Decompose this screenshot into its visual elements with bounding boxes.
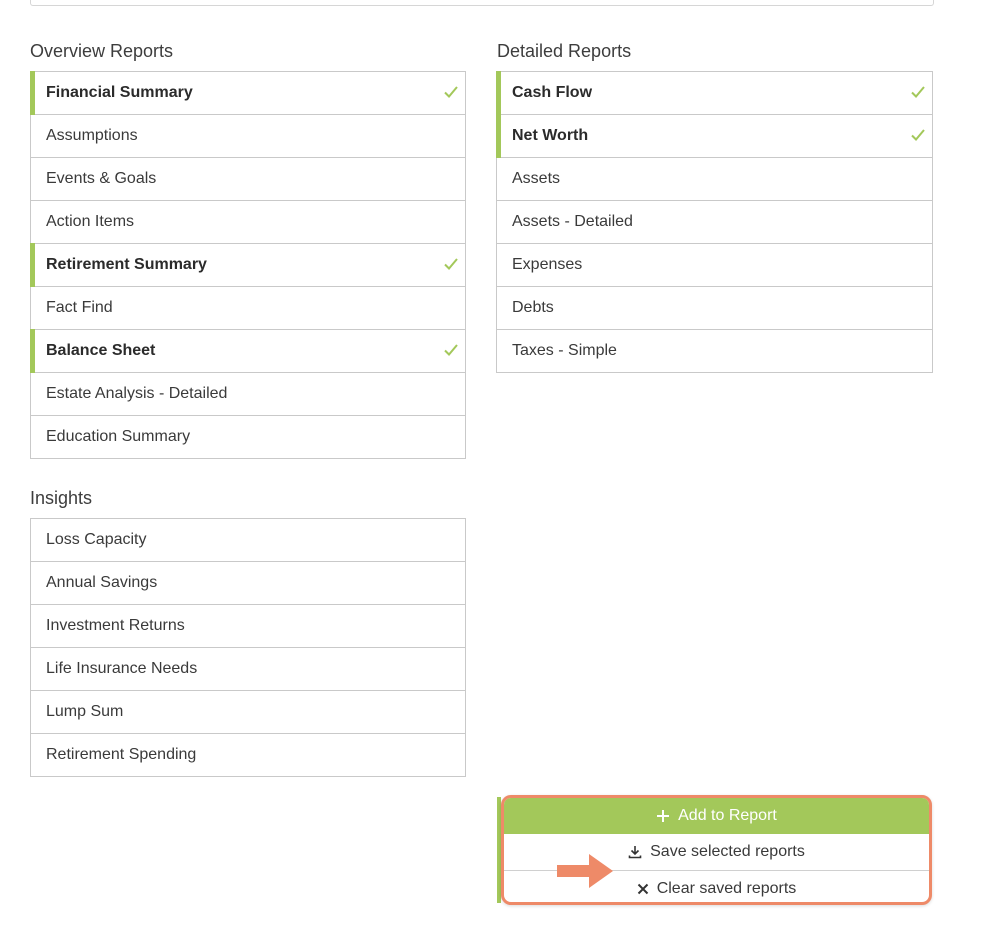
report-item-label: Assets - Detailed xyxy=(512,213,633,230)
report-item-label: Financial Summary xyxy=(46,84,193,101)
report-item-debts[interactable]: Debts xyxy=(497,287,932,330)
add-to-report-button[interactable]: Add to Report xyxy=(504,798,929,834)
checkmark-icon xyxy=(444,86,458,98)
checkmark-icon xyxy=(911,86,925,98)
report-item-action-items[interactable]: Action Items xyxy=(31,201,465,244)
report-item-investment-returns[interactable]: Investment Returns xyxy=(31,605,465,648)
report-item-label: Retirement Spending xyxy=(46,746,197,763)
insights-list: Loss Capacity Annual Savings Investment Re… xyxy=(30,518,466,777)
close-icon xyxy=(637,883,649,895)
report-item-label: Action Items xyxy=(46,213,135,230)
report-item-label: Estate Analysis - Detailed xyxy=(46,385,228,402)
report-item-cash-flow[interactable]: Cash Flow xyxy=(496,71,932,115)
report-item-education-summary[interactable]: Education Summary xyxy=(31,416,465,459)
clear-saved-reports-label: Clear saved reports xyxy=(656,880,797,897)
report-item-label: Life Insurance Needs xyxy=(46,660,198,677)
report-item-label: Fact Find xyxy=(46,299,113,316)
report-item-lump-sum[interactable]: Lump Sum xyxy=(31,691,465,734)
report-item-fact-find[interactable]: Fact Find xyxy=(31,287,465,330)
save-selected-reports-label: Save selected reports xyxy=(650,843,805,860)
report-item-label: Taxes - Simple xyxy=(512,342,617,359)
report-item-label: Events & Goals xyxy=(46,170,157,187)
report-item-label: Assumptions xyxy=(46,127,138,144)
report-item-label: Net Worth xyxy=(512,127,589,144)
add-to-report-label: Add to Report xyxy=(678,807,777,824)
report-item-label: Retirement Summary xyxy=(46,256,207,273)
report-item-label: Expenses xyxy=(512,256,583,273)
report-item-loss-capacity[interactable]: Loss Capacity xyxy=(31,519,465,562)
insights-title: Insights xyxy=(30,488,93,508)
detailed-reports-title: Detailed Reports xyxy=(497,41,632,61)
download-icon xyxy=(628,845,642,859)
checkmark-icon xyxy=(911,129,925,141)
report-item-assets[interactable]: Assets xyxy=(497,158,932,201)
report-item-annual-savings[interactable]: Annual Savings xyxy=(31,562,465,605)
report-item-label: Loss Capacity xyxy=(46,531,147,548)
report-item-financial-summary[interactable]: Financial Summary xyxy=(30,71,465,115)
overview-reports-list: Financial Summary Assumptions Events & Goa… xyxy=(30,71,466,459)
report-item-retirement-summary[interactable]: Retirement Summary xyxy=(30,243,465,287)
report-item-estate-analysis-detailed[interactable]: Estate Analysis - Detailed xyxy=(31,373,465,416)
report-item-life-insurance-needs[interactable]: Life Insurance Needs xyxy=(31,648,465,691)
report-item-label: Debts xyxy=(512,299,554,316)
report-item-retirement-spending[interactable]: Retirement Spending xyxy=(31,734,465,777)
report-item-balance-sheet[interactable]: Balance Sheet xyxy=(30,329,465,373)
report-item-label: Education Summary xyxy=(46,428,191,445)
report-item-assumptions[interactable]: Assumptions xyxy=(31,115,465,158)
report-item-assets-detailed[interactable]: Assets - Detailed xyxy=(497,201,932,244)
checkmark-icon xyxy=(444,258,458,270)
report-item-events-and-goals[interactable]: Events & Goals xyxy=(31,158,465,201)
report-item-label: Investment Returns xyxy=(46,617,185,634)
report-item-label: Assets xyxy=(512,170,561,187)
report-item-label: Balance Sheet xyxy=(46,342,156,359)
report-item-label: Cash Flow xyxy=(512,84,593,101)
plus-icon xyxy=(656,809,670,823)
report-item-expenses[interactable]: Expenses xyxy=(497,244,932,287)
report-item-label: Annual Savings xyxy=(46,574,158,591)
detailed-reports-list: Cash Flow Net Worth Assets Assets - Detaile… xyxy=(496,71,933,373)
checkmark-icon xyxy=(444,344,458,356)
report-item-net-worth[interactable]: Net Worth xyxy=(496,114,932,158)
overview-reports-title: Overview Reports xyxy=(30,41,174,61)
report-item-label: Lump Sum xyxy=(46,703,124,720)
pointer-arrow-annotation xyxy=(557,854,613,888)
report-item-taxes-simple[interactable]: Taxes - Simple xyxy=(497,330,932,373)
top-panel-edge xyxy=(30,0,934,6)
